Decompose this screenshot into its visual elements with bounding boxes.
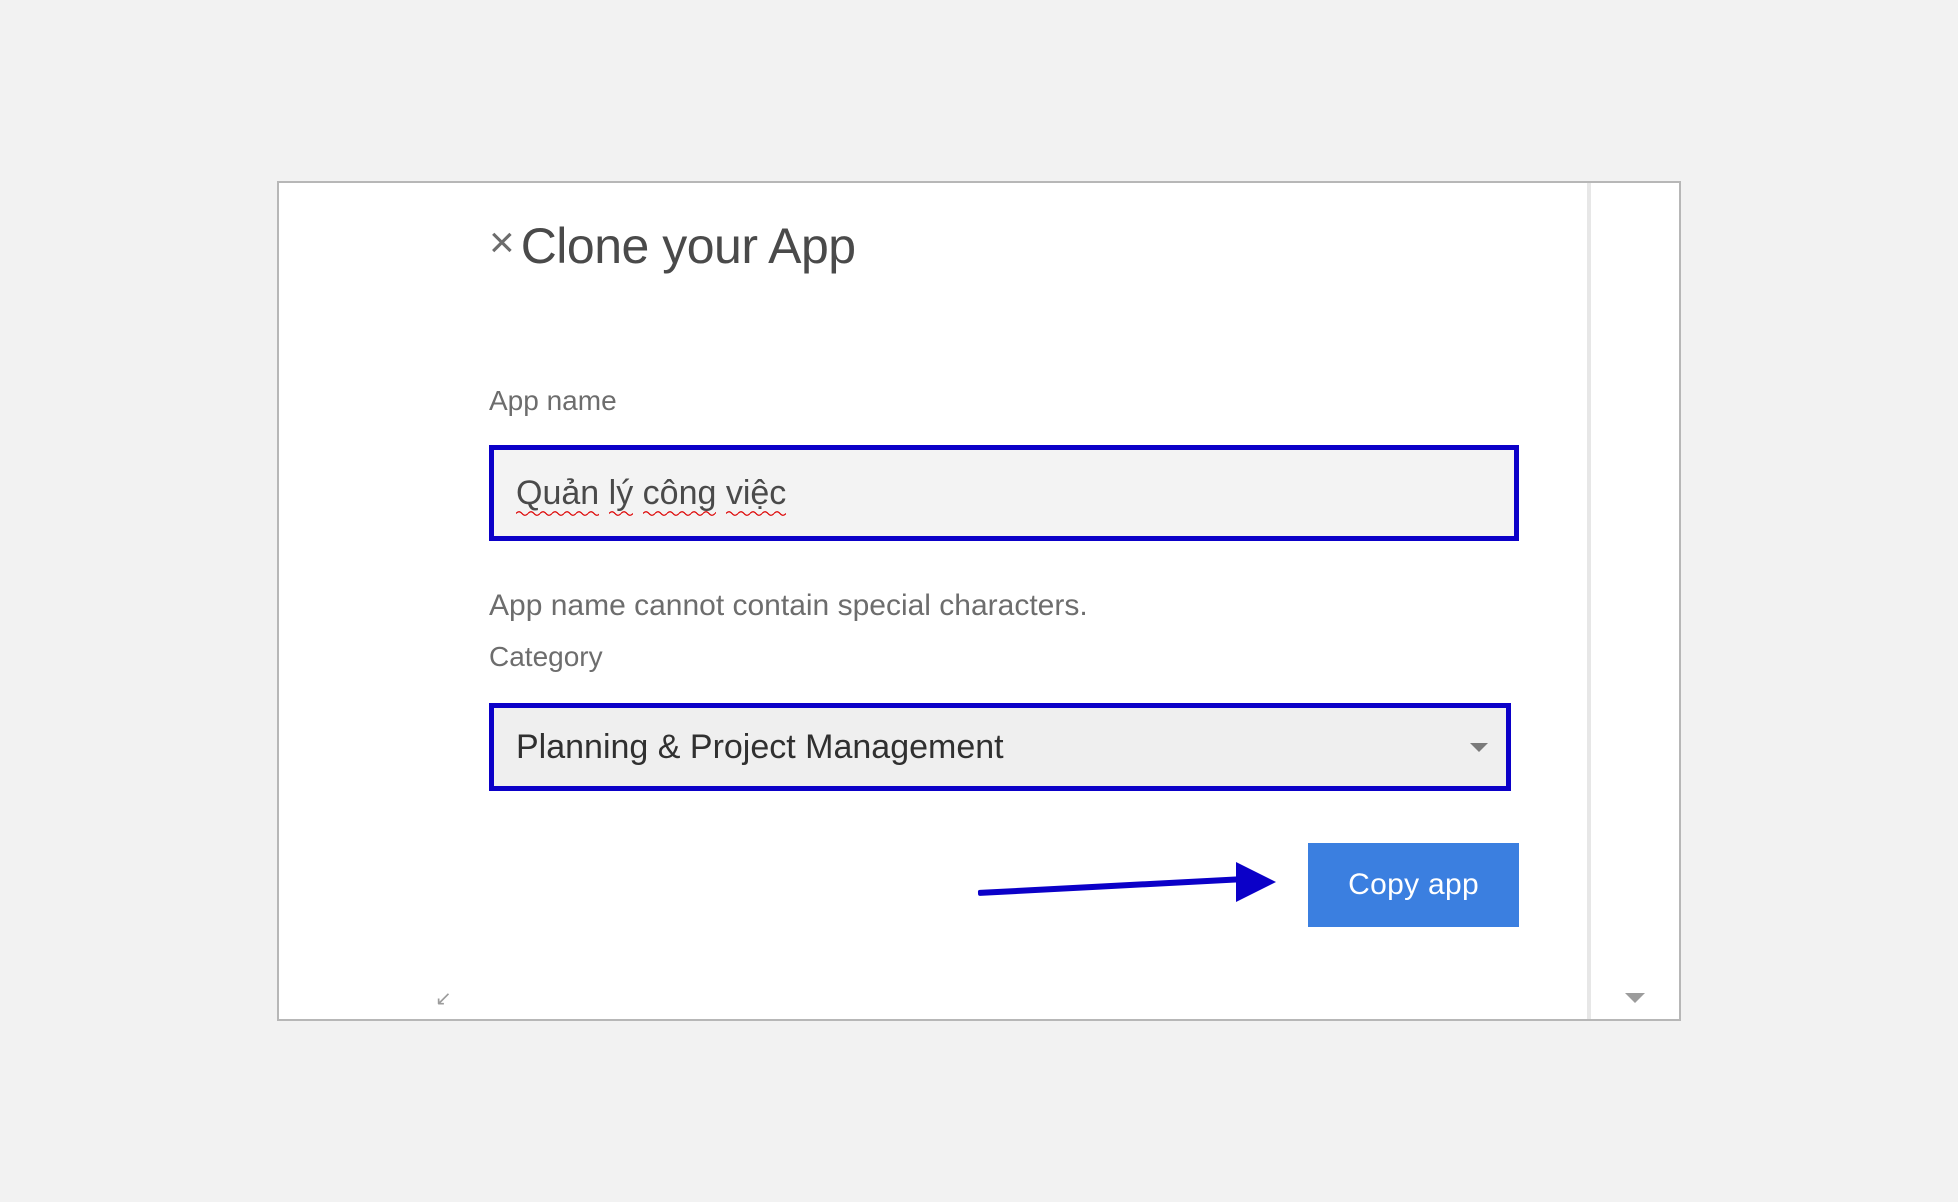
scroll-down-icon[interactable] — [1625, 993, 1645, 1003]
action-row: Copy app — [489, 843, 1519, 927]
clone-app-dialog: × Clone your App App name Quản lý công v… — [277, 181, 1681, 1021]
category-value: Planning & Project Management — [516, 728, 1004, 767]
app-name-value: Quản lý công việc — [516, 474, 786, 513]
app-name-label: App name — [489, 385, 1479, 417]
resize-handle-left-icon: ↙ — [435, 986, 452, 1011]
arrow-head-icon — [1236, 862, 1276, 902]
category-label: Category — [489, 641, 1479, 673]
chevron-down-icon — [1470, 743, 1488, 752]
close-icon[interactable]: × — [489, 221, 515, 271]
copy-app-button[interactable]: Copy app — [1308, 843, 1519, 927]
dialog-title-row: × Clone your App — [489, 217, 1479, 275]
category-select[interactable]: Planning & Project Management — [489, 703, 1511, 791]
validation-message: App name cannot contain special characte… — [489, 589, 1479, 623]
arrow-line — [978, 876, 1238, 896]
dialog-title: Clone your App — [521, 217, 856, 275]
app-name-input[interactable]: Quản lý công việc — [489, 445, 1519, 541]
dialog-inner: × Clone your App App name Quản lý công v… — [279, 183, 1679, 791]
annotation-arrow — [978, 870, 1278, 900]
